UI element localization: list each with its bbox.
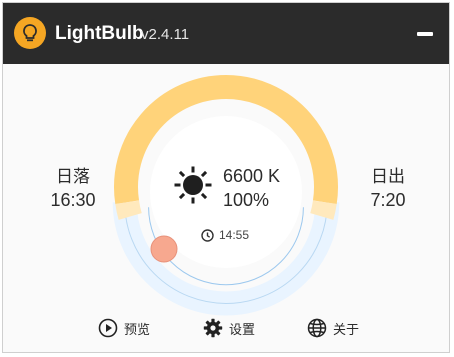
gear-icon (203, 318, 223, 338)
brightness: 100% (223, 190, 270, 210)
preview-label: 预览 (124, 321, 151, 337)
sunset-label: 日落 (56, 167, 90, 186)
time-indicator (150, 235, 178, 263)
about-label: 关于 (333, 321, 360, 337)
sunrise-time: 7:20 (370, 190, 406, 210)
clock-icon (201, 228, 214, 242)
about-button[interactable]: 关于 (307, 316, 359, 340)
sunset-transition (115, 200, 142, 220)
settings-button[interactable]: 设置 (203, 316, 255, 340)
play-circle-icon (98, 318, 118, 338)
preview-button[interactable]: 预览 (98, 316, 150, 340)
current-time: 14:55 (219, 228, 250, 242)
color-temperature: 6600 K (223, 166, 281, 186)
current-time-row: 14:55 (201, 228, 249, 242)
sunrise-transition (310, 200, 337, 220)
sunset-time: 16:30 (50, 190, 96, 210)
sunrise-label: 日出 (371, 167, 405, 186)
settings-label: 设置 (229, 321, 256, 337)
sunrise-info: 日出 7:20 (348, 167, 428, 211)
current-status: 6600 K 100% (223, 165, 280, 211)
sunset-info: 日落 16:30 (33, 167, 113, 211)
app-window: LightBulb v2.4.11 日落 16:30 日出 7:20 6600 … (2, 2, 450, 353)
globe-icon (307, 318, 327, 338)
